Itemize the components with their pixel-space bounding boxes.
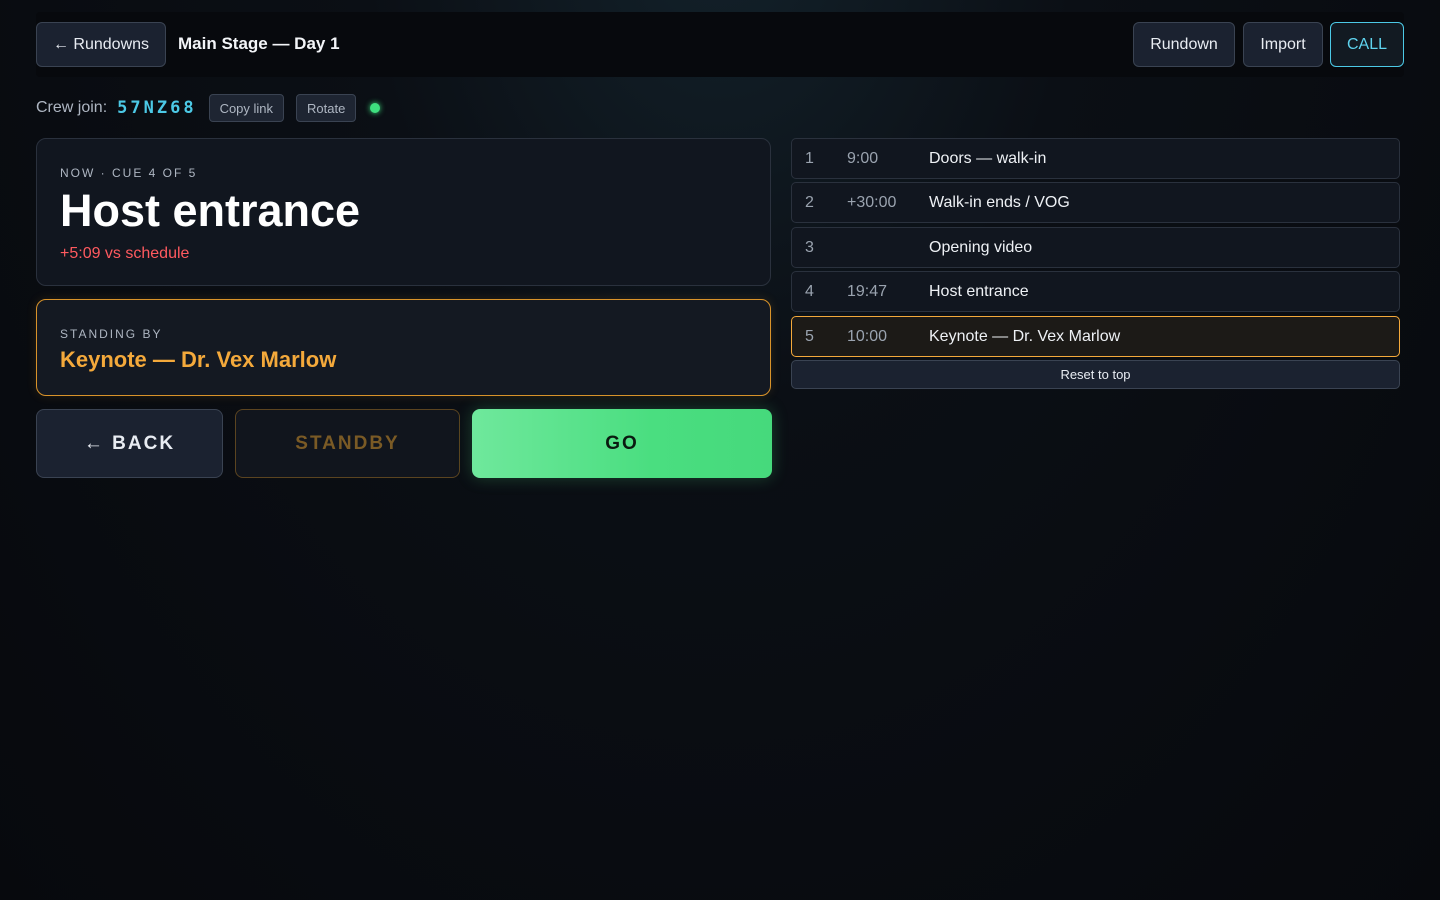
cue-row-standby[interactable]: 5 10:00 Keynote — Dr. Vex Marlow xyxy=(791,316,1400,357)
page-title: Main Stage — Day 1 xyxy=(178,34,340,53)
cue-name: Walk-in ends / VOG xyxy=(929,194,1070,211)
cue-row[interactable]: 4 19:47 Host entrance xyxy=(791,271,1400,312)
import-button[interactable]: Import xyxy=(1243,22,1323,67)
cue-name: Host entrance xyxy=(929,283,1029,300)
cue-row[interactable]: 1 9:00 Doors — walk-in xyxy=(791,138,1400,179)
connection-status-indicator xyxy=(370,103,381,113)
schedule-delta: +5:09 vs schedule xyxy=(60,245,190,262)
crew-join-code: 57NZ68 xyxy=(117,98,197,118)
cue-number: 1 xyxy=(805,150,814,167)
cue-time: 19:47 xyxy=(847,283,888,300)
now-cue-title: Host entrance xyxy=(60,185,361,236)
cue-row[interactable]: 2 +30:00 Walk-in ends / VOG xyxy=(791,182,1400,223)
back-cue-button[interactable]: ← BACK xyxy=(36,409,223,478)
cue-name: Opening video xyxy=(929,239,1033,256)
call-button[interactable]: CALL xyxy=(1330,22,1404,67)
crew-join-label: Crew join: xyxy=(36,99,108,116)
standby-button[interactable]: STANDBY xyxy=(235,409,460,478)
now-cue-eyebrow: NOW · CUE 4 OF 5 xyxy=(60,166,198,180)
now-cue-card: NOW · CUE 4 OF 5 Host entrance +5:09 vs … xyxy=(36,138,771,286)
copy-link-button[interactable]: Copy link xyxy=(208,94,285,122)
cue-number: 4 xyxy=(805,283,814,300)
cue-time: 9:00 xyxy=(847,150,879,167)
cue-time: +30:00 xyxy=(847,194,897,211)
cue-number: 5 xyxy=(805,328,814,345)
cue-time: 10:00 xyxy=(847,328,888,345)
standby-eyebrow: STANDING BY xyxy=(60,327,163,341)
rotate-code-button[interactable]: Rotate xyxy=(296,94,357,122)
top-bar: ← Rundowns Main Stage — Day 1 Rundown Im… xyxy=(36,12,1404,77)
cue-number: 2 xyxy=(805,194,814,211)
rundown-button[interactable]: Rundown xyxy=(1133,22,1235,67)
reset-to-top-button[interactable]: Reset to top xyxy=(791,360,1400,389)
back-to-rundowns-button[interactable]: ← Rundowns xyxy=(36,22,166,67)
crew-join-bar: Crew join: 57NZ68 Copy link Rotate xyxy=(36,94,381,122)
cue-number: 3 xyxy=(805,239,814,256)
standby-cue-title: Keynote — Dr. Vex Marlow xyxy=(60,347,337,372)
cue-row[interactable]: 3 Opening video xyxy=(791,227,1400,268)
go-button[interactable]: GO xyxy=(472,409,772,478)
standby-cue-card: STANDING BY Keynote — Dr. Vex Marlow xyxy=(36,299,771,396)
cue-name: Doors — walk-in xyxy=(929,150,1047,167)
cue-name: Keynote — Dr. Vex Marlow xyxy=(929,328,1121,345)
